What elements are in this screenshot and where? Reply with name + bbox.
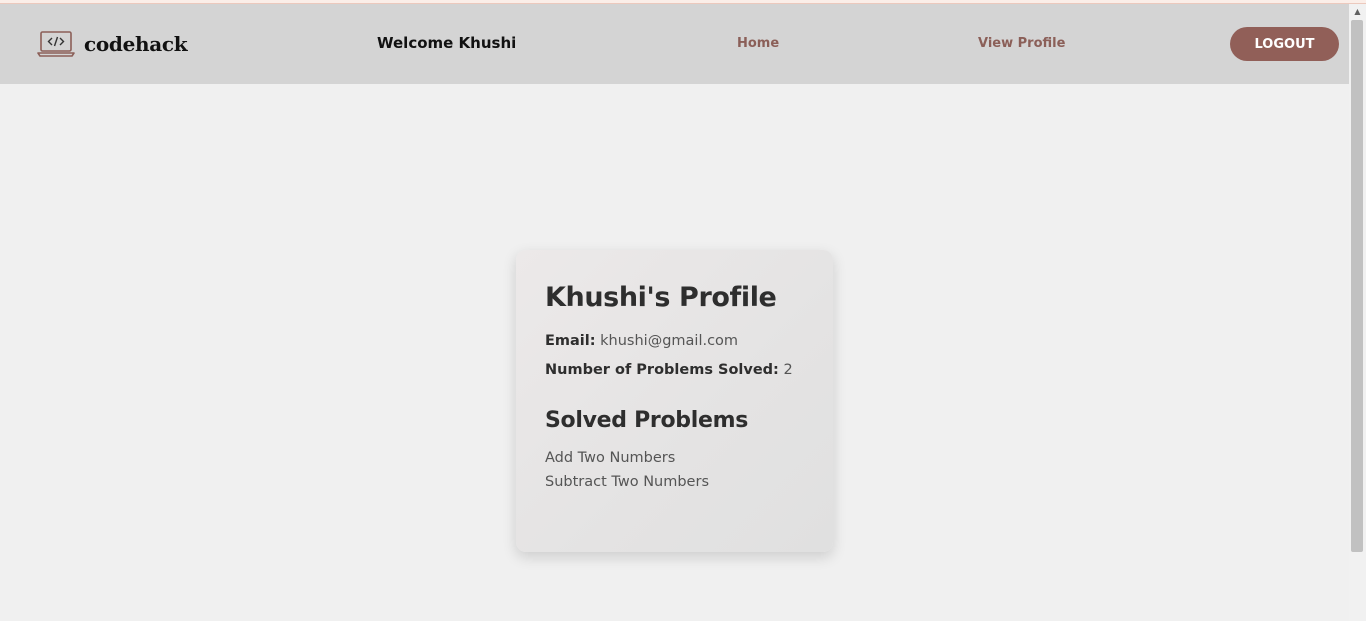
- solved-problems-list: Add Two Numbers Subtract Two Numbers: [545, 446, 804, 494]
- triangle-up-icon[interactable]: ▲: [1349, 4, 1366, 18]
- welcome-text: Welcome Khushi: [377, 34, 517, 52]
- logo[interactable]: codehack: [37, 30, 188, 58]
- nav-view-profile-link[interactable]: View Profile: [978, 36, 1065, 51]
- nav-home-link[interactable]: Home: [737, 36, 779, 51]
- email-value: khushi@gmail.com: [600, 333, 739, 349]
- profile-title: Khushi's Profile: [545, 282, 777, 313]
- solved-count-row: Number of Problems Solved: 2: [545, 360, 804, 380]
- logout-button[interactable]: LOGOUT: [1230, 27, 1339, 61]
- navbar: codehack Welcome Khushi Home View Profil…: [0, 4, 1349, 84]
- laptop-code-icon: [37, 31, 75, 57]
- list-item: Add Two Numbers: [545, 450, 676, 466]
- list-item: Subtract Two Numbers: [545, 474, 709, 490]
- email-row: Email: khushi@gmail.com: [545, 331, 804, 351]
- solved-problems-heading: Solved Problems: [545, 408, 748, 433]
- vertical-scrollbar[interactable]: ▲: [1349, 4, 1366, 621]
- logo-text: codehack: [84, 32, 188, 56]
- solved-count-value: 2: [783, 362, 793, 378]
- profile-card: Khushi's Profile Email: khushi@gmail.com…: [516, 250, 833, 552]
- scrollbar-thumb[interactable]: [1351, 20, 1363, 552]
- page: codehack Welcome Khushi Home View Profil…: [0, 0, 1366, 621]
- email-label: Email:: [545, 333, 596, 349]
- solved-count-label: Number of Problems Solved:: [545, 362, 779, 378]
